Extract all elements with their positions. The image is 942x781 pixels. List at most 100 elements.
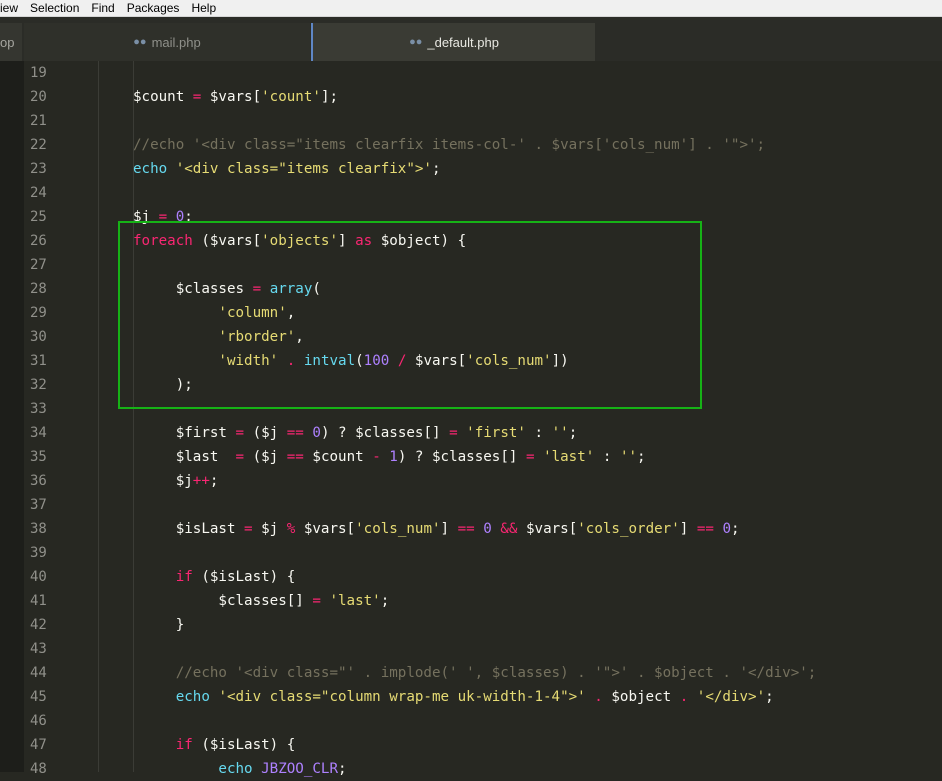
- code-text: );: [133, 373, 193, 397]
- code-token: 100: [363, 353, 390, 369]
- code-token: ;: [431, 161, 441, 177]
- menu-selection[interactable]: Selection: [24, 0, 85, 16]
- code-line: 36 $j++;: [0, 469, 942, 493]
- code-token: $classes: [133, 281, 253, 297]
- code-token: ];: [320, 89, 339, 105]
- code-token: ;: [568, 425, 578, 441]
- code-token: ;: [731, 521, 740, 537]
- line-number: 31: [30, 353, 47, 369]
- code-token: ;: [209, 473, 219, 489]
- code-line: 48 echo JBZOO_CLR;: [0, 757, 942, 781]
- line-number: 34: [30, 425, 47, 441]
- code-line: 42 }: [0, 613, 942, 637]
- code-token: 'column': [218, 305, 287, 321]
- code-token: 0: [175, 209, 185, 225]
- code-token: $classes[]: [133, 593, 313, 609]
- code-line: 24: [0, 181, 942, 205]
- code-token: array: [269, 281, 313, 297]
- code-text: foreach ($vars['objects'] as $object) {: [133, 229, 466, 253]
- line-number: 20: [30, 89, 47, 105]
- line-number: 32: [30, 377, 47, 393]
- code-token: ]: [338, 233, 356, 249]
- code-token: 'cols_num': [355, 521, 441, 537]
- code-token: $j: [133, 209, 159, 225]
- code-token: ++: [192, 473, 210, 489]
- code-token: 'objects': [261, 233, 339, 249]
- code-token: JBZOO_CLR: [261, 761, 339, 777]
- code-token: ($isLast) {: [192, 569, 296, 585]
- line-number: 24: [30, 185, 47, 201]
- code-line: 37: [0, 493, 942, 517]
- code-token: foreach: [133, 233, 193, 249]
- line-number: 46: [30, 713, 47, 729]
- code-token: =: [235, 449, 245, 465]
- line-number: 38: [30, 521, 47, 537]
- code-editor[interactable]: 19 20 $count = $vars['count']; 21 22//echo '…: [0, 61, 942, 777]
- code-text: echo JBZOO_CLR;: [133, 757, 346, 781]
- code-token: $first: [133, 425, 236, 441]
- menu-find[interactable]: Find: [85, 0, 120, 16]
- code-line: 26 foreach ($vars['objects'] as $object) …: [0, 229, 942, 253]
- tab-default-php[interactable]: ●● _default.php: [311, 23, 595, 61]
- line-number: 44: [30, 665, 47, 681]
- code-token: ;: [765, 689, 774, 705]
- menu-packages[interactable]: Packages: [121, 0, 186, 16]
- code-token: ==: [286, 449, 304, 465]
- tab-bar: op ●● mail.php ●● _default.php: [0, 17, 942, 61]
- menu-bar: iew Selection Find Packages Help: [0, 0, 942, 17]
- code-line: 22 //echo '<div class="items clearfix ite…: [0, 133, 942, 157]
- code-token: 'width': [218, 353, 279, 369]
- line-number: 36: [30, 473, 47, 489]
- line-number: 22: [30, 137, 47, 153]
- line-number: 29: [30, 305, 47, 321]
- code-line: 23 echo '<div class="items clearfix">';: [0, 157, 942, 181]
- code-token: 0: [722, 521, 732, 537]
- code-token: intval: [303, 353, 356, 369]
- tab-partial[interactable]: op: [0, 23, 22, 61]
- code-line: 43: [0, 637, 942, 661]
- code-token: =: [235, 425, 245, 441]
- code-line: 35 $last = ($j == $count - 1) ? $classes…: [0, 445, 942, 469]
- code-text: $count = $vars['count'];: [133, 85, 338, 109]
- code-line: 38 $isLast = $j % $vars['cols_num'] == 0…: [0, 517, 942, 541]
- code-token: ;: [184, 209, 193, 225]
- code-token: 'cols_order': [577, 521, 680, 537]
- line-number: 27: [30, 257, 47, 273]
- menu-view[interactable]: iew: [0, 0, 24, 16]
- code-token: :: [525, 425, 552, 441]
- code-line: 45 echo '<div class="column wrap-me uk-w…: [0, 685, 942, 709]
- code-line: 46: [0, 709, 942, 733]
- code-line: 47 if ($isLast) {: [0, 733, 942, 757]
- code-text: //echo '<div class="items clearfix items…: [133, 133, 765, 157]
- code-token: ]: [679, 521, 697, 537]
- code-token: $j: [252, 521, 287, 537]
- code-text: echo '<div class="items clearfix">';: [133, 157, 441, 181]
- code-text: 'width' . intval(100 / $vars['cols_num']…: [133, 349, 568, 373]
- code-line: 41 $classes[] = 'last';: [0, 589, 942, 613]
- line-number: 30: [30, 329, 47, 345]
- code-token: 'last': [543, 449, 595, 465]
- code-line: 29 'column',: [0, 301, 942, 325]
- code-line: 20 $count = $vars['count'];: [0, 85, 942, 109]
- line-number: 23: [30, 161, 47, 177]
- code-token: ($isLast) {: [192, 737, 296, 753]
- code-token: =: [244, 521, 253, 537]
- code-text: $isLast = $j % $vars['cols_num'] == 0 &&…: [133, 517, 740, 541]
- code-token: =: [525, 449, 535, 465]
- code-token: echo: [133, 161, 168, 177]
- code-token: (: [355, 353, 364, 369]
- tab-mail-php[interactable]: ●● mail.php: [24, 23, 310, 61]
- code-token: .: [594, 689, 603, 705]
- menu-help[interactable]: Help: [185, 0, 222, 16]
- line-number: 42: [30, 617, 47, 633]
- line-number: 41: [30, 593, 47, 609]
